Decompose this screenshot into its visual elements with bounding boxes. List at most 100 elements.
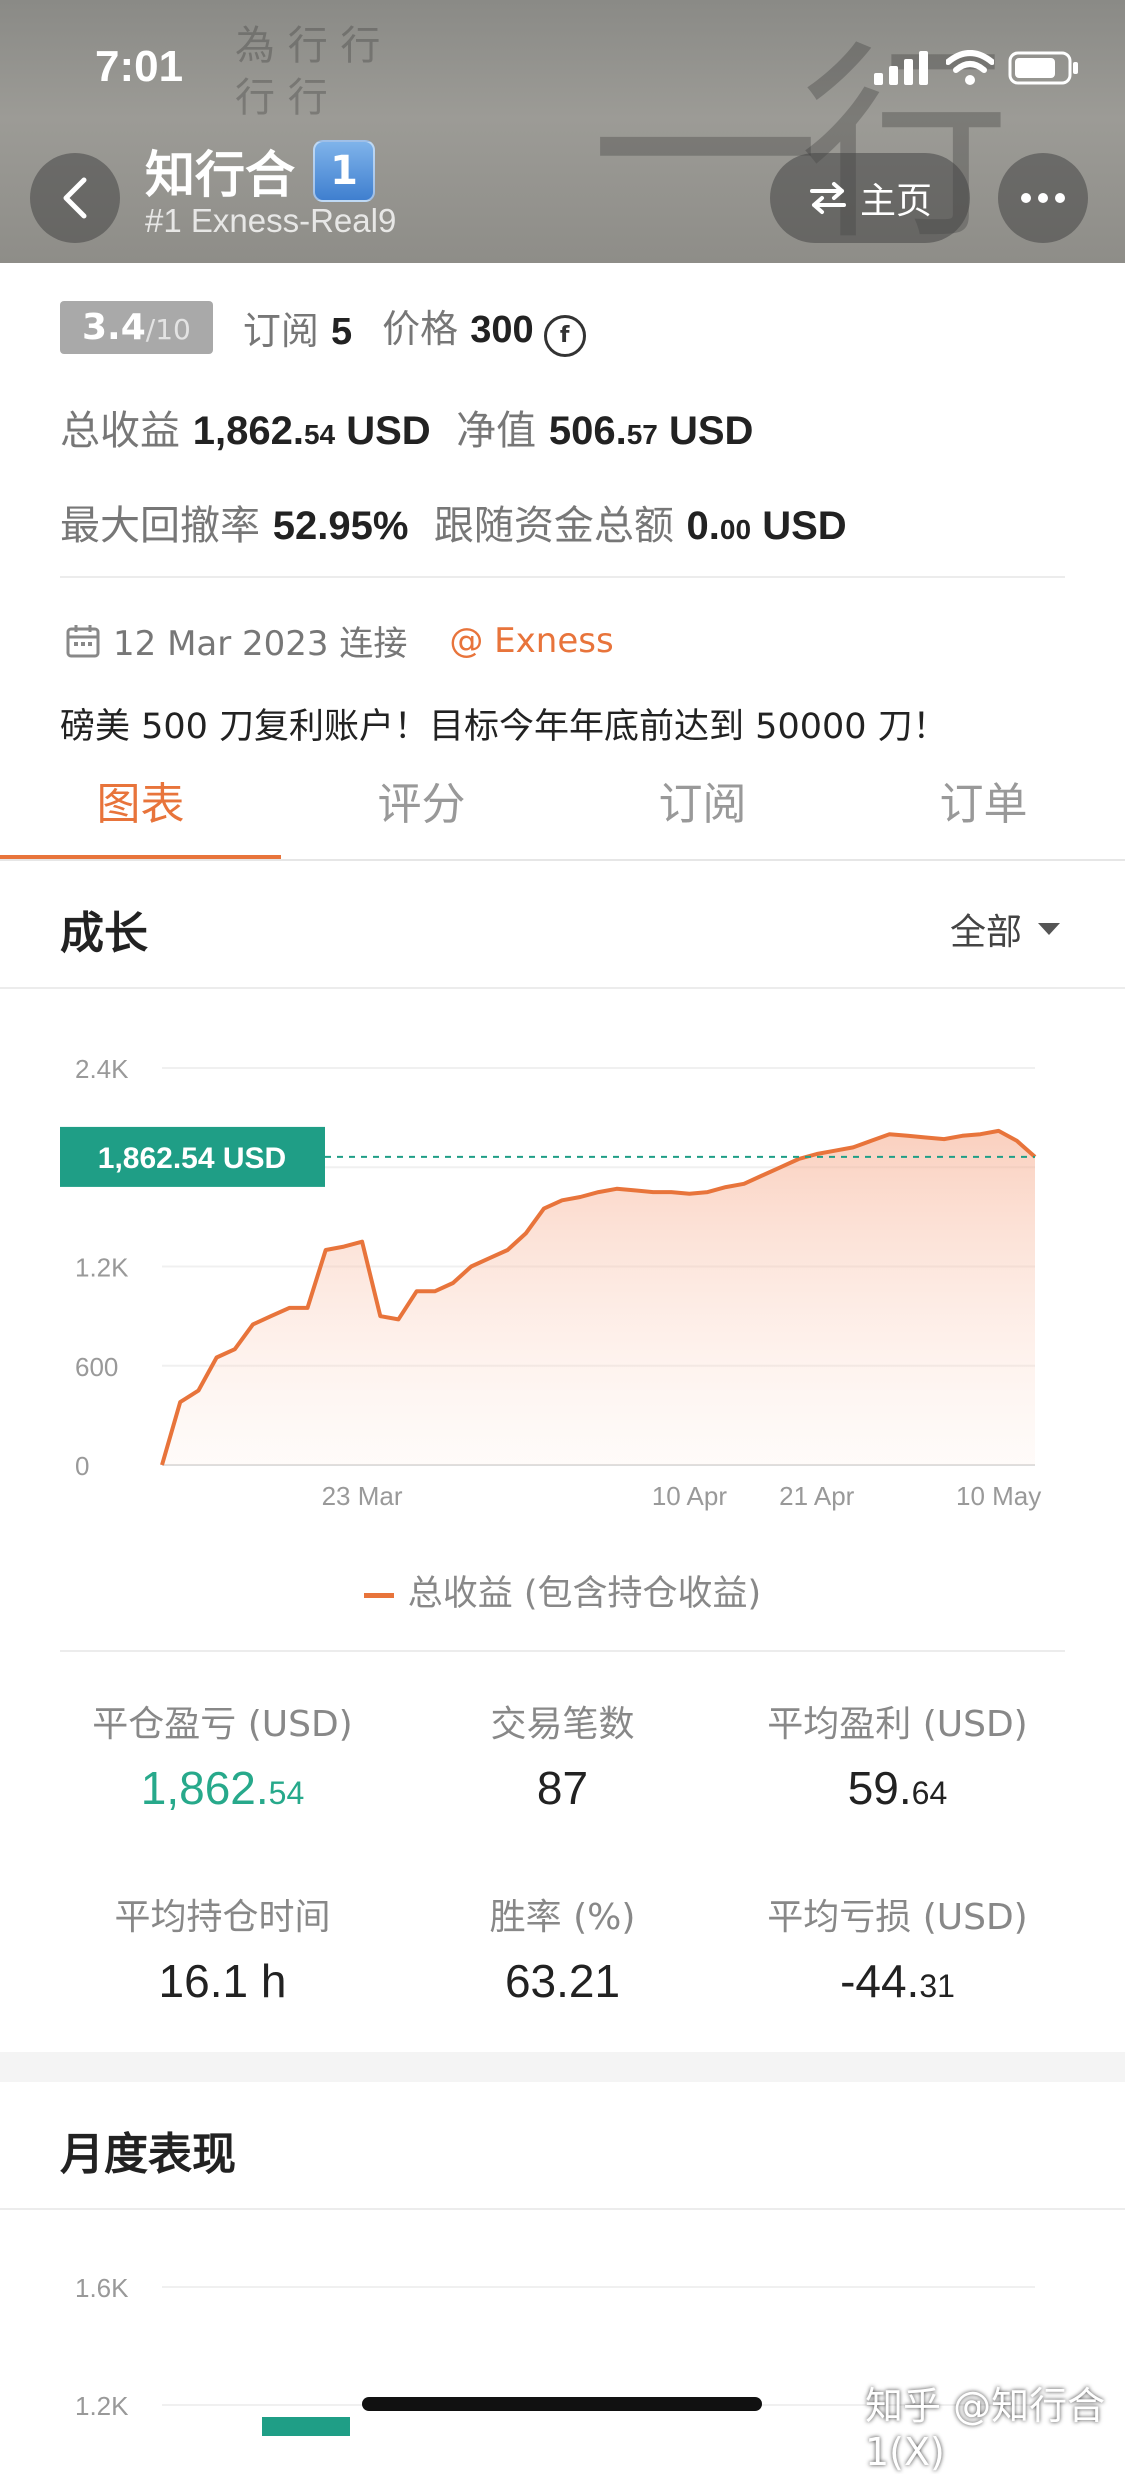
stat-value: 16.1 h <box>35 1954 410 2008</box>
connect-date: 12 Mar 2023 连接 <box>113 624 408 664</box>
x-tick-label: 21 Apr <box>779 1481 855 1511</box>
chart-legend: 总收益 (包含持仓收益) <box>0 1565 1125 1616</box>
coin-icon: f <box>543 314 586 357</box>
follow-unit: USD <box>762 504 847 548</box>
follow-dec: 00 <box>719 514 752 545</box>
y-tick-label: 0 <box>75 1451 89 1481</box>
tab-rating[interactable]: 评分 <box>281 768 562 832</box>
account-name: 知行合 <box>145 146 295 204</box>
header-calligraphy-small: 為 行 行 行 行 <box>235 23 381 121</box>
stat-dec: 31 <box>919 1968 955 2004</box>
current-value-badge: 1,862.54 USD <box>60 1126 325 1187</box>
stats-divider <box>60 1650 1065 1652</box>
status-icons <box>874 50 1080 86</box>
follow-value: 0.00 USD <box>687 504 847 548</box>
price-stat: 价格 300 f <box>382 298 586 357</box>
stat-label: 平均持仓时间 <box>114 1897 331 1938</box>
tab-orders[interactable]: 订单 <box>843 768 1124 832</box>
stat-dec: 64 <box>911 1775 948 1811</box>
status-time: 7:01 <box>95 42 184 91</box>
net-int: 506. <box>548 409 627 453</box>
growth-chart: 0 600 1.2K 2.4K 1,862.54 USD 23 Mar 10 Apr 21… <box>60 1054 1041 1511</box>
monthly-title: 月度表现 <box>60 2129 236 2180</box>
watermark: 知乎 @知行合1(X) <box>865 2384 1106 2474</box>
y-tick-label: 1.2K <box>75 2391 129 2421</box>
score-badge: 3.4/10 <box>60 300 213 354</box>
score-main: 3.4 <box>82 306 146 348</box>
battery-icon <box>1008 51 1078 85</box>
net-unit: USD <box>668 409 754 453</box>
stat-label: 平仓盈亏 (USD) <box>92 1704 353 1745</box>
range-filter[interactable]: 全部 <box>950 903 1062 955</box>
stat-value: 1,862.54 <box>35 1761 410 1815</box>
y-tick-label: 2.4K <box>75 1054 129 1084</box>
total-profit-value: 1,862.54 USD <box>193 409 431 453</box>
caret-down-icon <box>1038 923 1061 935</box>
drawdown-label: 最大回撤率 <box>60 503 260 549</box>
rating-row: 3.4/10 订阅 5 价格 300 f <box>60 298 586 357</box>
tab-bar: 图表 评分 订阅 订单 <box>0 738 1125 861</box>
stat-label: 平均盈利 (USD) <box>767 1704 1028 1745</box>
tab-chart[interactable]: 图表 <box>0 768 281 832</box>
subscribe-label: 订阅 <box>242 308 319 353</box>
x-tick-label: 10 Apr <box>652 1481 728 1511</box>
stat-value: 59.64 <box>710 1761 1085 1815</box>
net-value: 506.57 USD <box>549 409 754 453</box>
account-subtitle: #1 Exness-Real9 <box>145 202 397 239</box>
stat-trade-count: 交易笔数 87 <box>375 1695 750 1815</box>
profit-line: 总收益 1,862.54 USD 净值 506.57 USD <box>60 398 753 456</box>
stat-label: 平均亏损 (USD) <box>767 1897 1028 1938</box>
subscribe-stat: 订阅 5 <box>243 300 352 355</box>
current-value-label: 1,862.54 USD <box>98 1142 286 1175</box>
price-label: 价格 <box>382 307 459 351</box>
stat-label: 胜率 (%) <box>489 1897 636 1938</box>
legend-label: 总收益 (包含持仓收益) <box>407 1574 762 1614</box>
stat-avg-loss: 平均亏损 (USD) -44.31 <box>710 1888 1085 2008</box>
home-label: 主页 <box>859 181 932 222</box>
growth-divider <box>0 987 1125 989</box>
home-indicator[interactable] <box>362 2397 762 2411</box>
meta-row: 12 Mar 2023 连接 @ Exness <box>65 616 614 665</box>
info-divider <box>60 576 1065 578</box>
stat-avg-profit: 平均盈利 (USD) 59.64 <box>710 1695 1085 1815</box>
home-button[interactable]: 主页 <box>770 153 970 243</box>
more-icon <box>1021 193 1065 203</box>
broker-link[interactable]: @ Exness <box>449 621 613 661</box>
follow-label: 跟随资金总额 <box>433 503 674 549</box>
x-tick-label: 10 May <box>956 1481 1041 1511</box>
stat-value: 63.21 <box>375 1954 750 2008</box>
follow-int: 0. <box>686 504 720 548</box>
rank-badge: 1 <box>313 140 375 202</box>
total-profit-unit: USD <box>346 409 431 453</box>
y-tick-label: 1.2K <box>75 1253 129 1283</box>
tabs-border <box>0 859 1125 861</box>
y-tick-label: 1.6K <box>75 2273 129 2303</box>
drawdown-line: 最大回撤率 52.95% 跟随资金总额 0.00 USD <box>60 493 847 551</box>
stat-int: -44. <box>840 1955 920 2007</box>
section-gap <box>0 2052 1125 2082</box>
range-filter-label: 全部 <box>950 912 1023 953</box>
stat-avg-hold-time: 平均持仓时间 16.1 h <box>35 1888 410 2008</box>
calendar-icon <box>66 624 100 657</box>
back-button[interactable] <box>30 153 120 243</box>
stat-value: -44.31 <box>710 1954 1085 2008</box>
total-profit-dec: 54 <box>303 419 336 450</box>
monthly-bar <box>262 2417 350 2436</box>
tab-subscribe[interactable]: 订阅 <box>562 768 843 832</box>
stat-closed-pnl: 平仓盈亏 (USD) 1,862.54 <box>35 1695 410 1815</box>
stat-int: 63.21 <box>504 1955 621 2007</box>
stat-int: 16.1 h <box>158 1955 287 2007</box>
stat-label: 交易笔数 <box>490 1704 635 1745</box>
signal-icon <box>874 51 928 85</box>
more-button[interactable] <box>998 153 1088 243</box>
stat-int: 87 <box>536 1762 589 1814</box>
chevron-left-icon <box>63 177 87 219</box>
stat-win-rate: 胜率 (%) 63.21 <box>375 1888 750 2008</box>
legend-swatch <box>363 1592 394 1598</box>
score-sub: /10 <box>145 312 191 346</box>
account-title: 知行合 1 <box>145 135 375 207</box>
net-label: 净值 <box>456 408 537 454</box>
drawdown-value: 52.95% <box>272 504 409 548</box>
price-value: 300 <box>470 309 534 351</box>
x-tick-label: 23 Mar <box>322 1481 403 1511</box>
